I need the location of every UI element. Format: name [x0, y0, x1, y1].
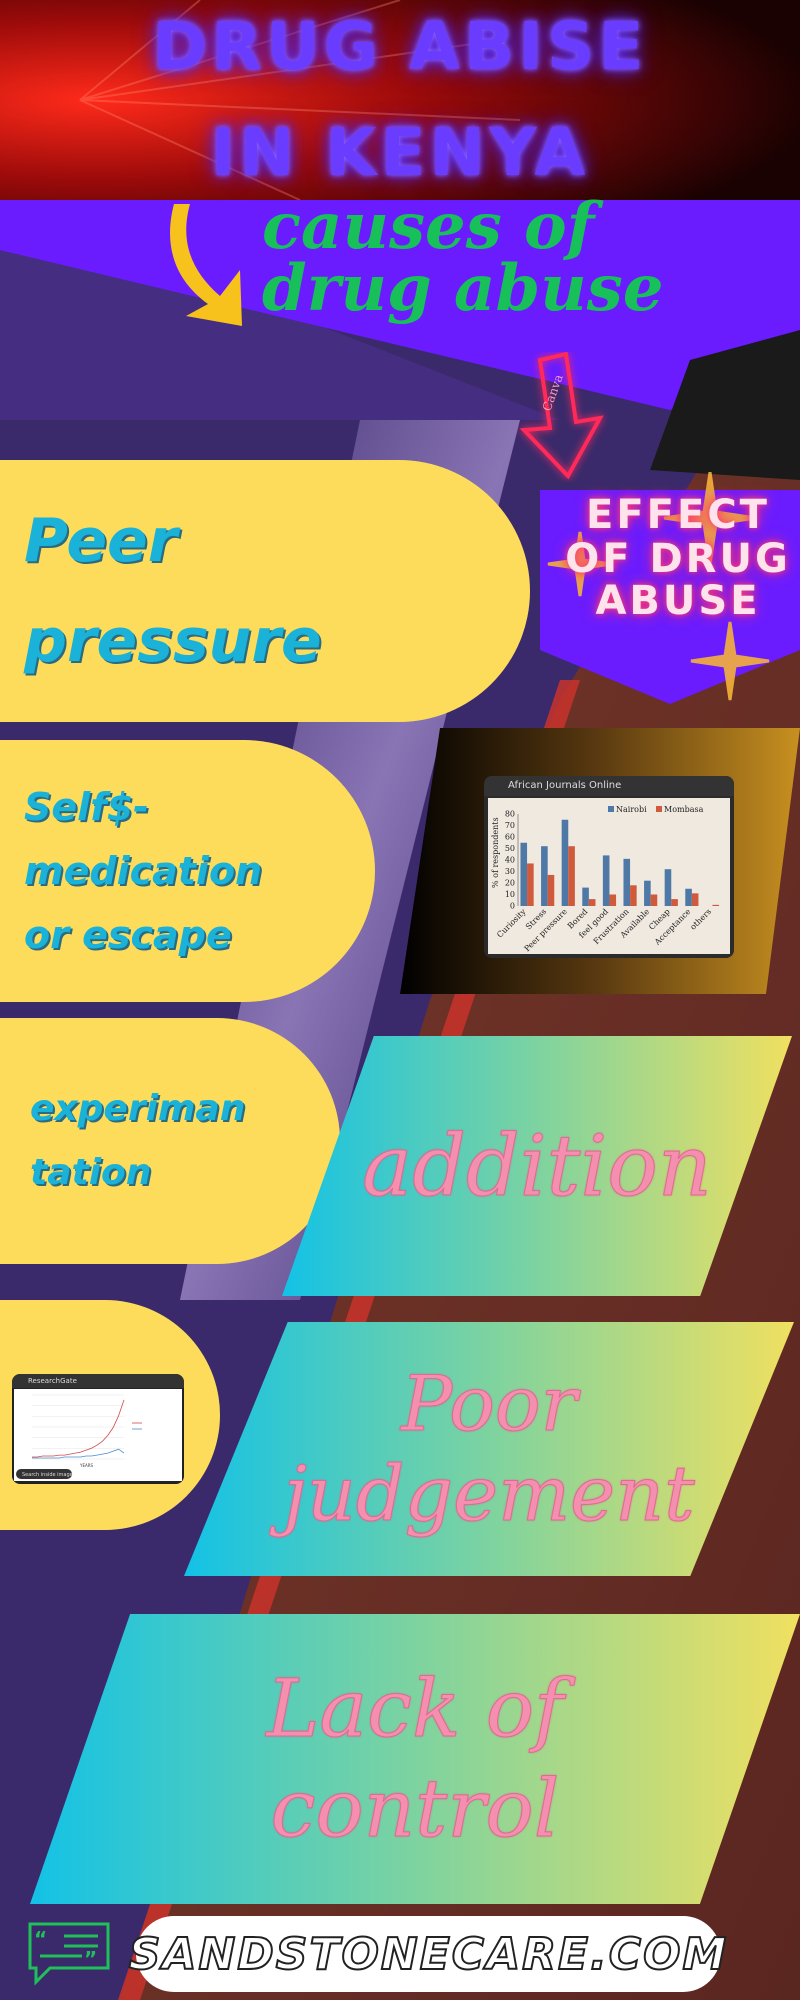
line-chart-card[interactable]: ResearchGate YEARS Search inside image: [12, 1374, 184, 1484]
effect-poor-judgement: Poor judgement: [184, 1322, 794, 1576]
bar-mombasa-0: [527, 863, 534, 906]
svg-text:”: ”: [84, 1947, 97, 1971]
svg-text:“: “: [34, 1927, 47, 1951]
cause-pill-peer-pressure: Peer pressure: [0, 460, 530, 722]
y-tick-label: 30: [505, 867, 515, 876]
effect-line: judgement: [283, 1449, 695, 1539]
bar-nairobi-3: [582, 887, 589, 906]
y-tick-label: 40: [505, 856, 515, 865]
effect-line: Poor: [401, 1359, 578, 1449]
bar-mombasa-3: [588, 899, 596, 906]
title-line-1: DRUG ABISE: [152, 8, 648, 85]
effect-line: Lack of: [266, 1662, 564, 1756]
y-tick-label: 70: [505, 821, 515, 830]
bar-nairobi-2: [561, 819, 569, 906]
line-chart-source: ResearchGate: [12, 1374, 184, 1388]
bar-mombasa-2: [568, 846, 575, 906]
y-tick-label: 60: [505, 833, 515, 842]
y-tick-label: 10: [505, 890, 515, 899]
effect-badge-line-3: ABUSE: [595, 578, 761, 624]
legend-mombasa: Mombasa: [664, 805, 704, 814]
bar-mombasa-9: [712, 904, 720, 906]
search-inside-image-label: Search inside image: [22, 1472, 73, 1478]
cause-line: pressure: [24, 606, 322, 676]
bar-nairobi-5: [623, 858, 631, 906]
bar-mombasa-6: [650, 894, 658, 906]
effect-badge-line-1: EFFECT: [586, 492, 770, 538]
bar-chart-source: African Journals Online: [484, 776, 734, 796]
bar-nairobi-6: [644, 880, 651, 906]
bar-nairobi-7: [664, 869, 672, 906]
bar-mombasa-4: [609, 894, 617, 906]
arrow-down-curved-icon: [170, 204, 242, 326]
bar-mombasa-5: [630, 885, 637, 906]
causes-heading-line-1: causes of: [262, 189, 595, 264]
bar-nairobi-0: [520, 842, 528, 906]
cause-line: medication: [24, 849, 263, 893]
cause-line: or escape: [24, 913, 232, 957]
cause-line: tation: [30, 1152, 152, 1193]
neon-arrow-down-icon: Canva: [519, 352, 604, 480]
bar-nairobi-4: [602, 855, 610, 906]
title-line-2: IN KENYA: [210, 114, 590, 191]
causes-heading-line-2: drug abuse: [262, 251, 664, 326]
cause-line: Peer: [24, 506, 178, 576]
line-chart-xlabel: YEARS: [79, 1463, 93, 1468]
effect-lack-of-control: Lack of control: [30, 1614, 800, 1904]
bar-mombasa-8: [691, 893, 699, 906]
y-tick-label: 0: [510, 902, 515, 911]
bar-nairobi-1: [541, 846, 548, 906]
y-tick-label: 20: [505, 879, 515, 888]
effect-line: addition: [362, 1117, 713, 1216]
footer-site: SANDSTONECARE.COM: [128, 1928, 729, 1981]
cause-line: Self$-: [24, 785, 149, 829]
effect-line: control: [270, 1762, 560, 1856]
y-tick-label: 80: [505, 810, 515, 819]
bar-chart-ylabel: % of respondents: [491, 817, 500, 888]
bar-mombasa-1: [547, 874, 555, 906]
bar-nairobi-8: [685, 888, 692, 906]
footer-pill: SANDSTONECARE.COM: [128, 1916, 727, 1992]
legend-nairobi: Nairobi: [616, 805, 647, 814]
bar-mombasa-7: [671, 899, 678, 906]
bar-chart-card[interactable]: African Journals Online % of respondents…: [484, 776, 734, 958]
cause-pill-experimentation: experiman tation: [0, 1018, 340, 1264]
chat-bubble-icon: “ ”: [28, 1922, 110, 1986]
cause-pill-self-medication: Self$- medication or escape: [0, 740, 375, 1002]
effect-badge-line-2: OF DRUG: [565, 536, 791, 582]
line-chart: YEARS Search inside image: [14, 1389, 182, 1481]
y-tick-label: 50: [505, 844, 515, 853]
bar-chart: % of respondents 01020304050607080Curios…: [488, 798, 730, 954]
cause-line: experiman: [30, 1088, 246, 1129]
